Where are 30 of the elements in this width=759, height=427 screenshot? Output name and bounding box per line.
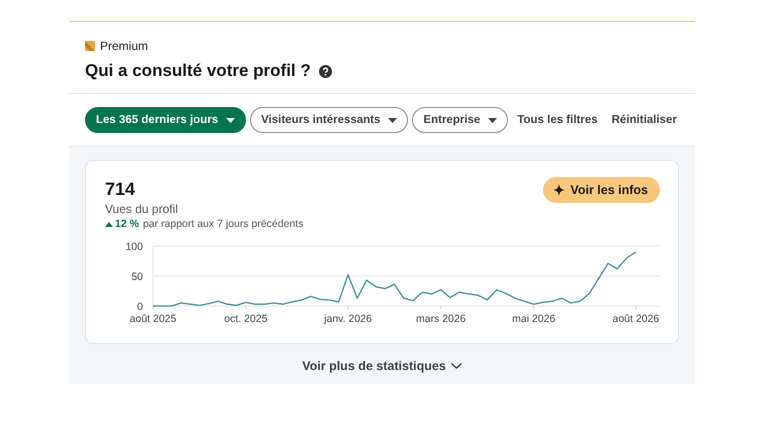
axis-label: oct. 2025 [224, 313, 268, 325]
premium-icon [85, 41, 95, 51]
filter-link[interactable]: Réinitialiser [606, 114, 682, 126]
axis-label: août 2026 [612, 313, 660, 325]
premium-label: Premium [100, 39, 148, 53]
change-percent: 12 % [105, 218, 139, 230]
axis-label: mai 2026 [512, 313, 556, 325]
views-count: 714 [105, 179, 136, 200]
axis-label: janv. 2026 [324, 313, 372, 325]
sparkle-icon [553, 184, 566, 196]
help-icon[interactable] [318, 64, 332, 78]
up-triangle-icon [105, 222, 113, 226]
filter-dropdown[interactable]: Les 365 derniers jours [85, 107, 246, 133]
axis-label: 50 [131, 271, 143, 283]
caret-icon [226, 118, 236, 122]
views-label: Vues du profil [105, 202, 179, 216]
insights-button[interactable]: Voir les infos [543, 177, 660, 203]
change-text: par rapport aux 7 jours précédents [142, 218, 304, 230]
filter-dropdown[interactable]: Visiteurs intéressants [250, 107, 408, 133]
axis-label: août 2025 [130, 313, 176, 325]
axis-label: 0 [137, 301, 143, 313]
filter-dropdown[interactable]: Entreprise [412, 107, 508, 133]
filter-link[interactable]: Tous les filtres [512, 114, 603, 126]
caret-icon [488, 118, 498, 122]
caret-icon [388, 118, 398, 122]
axis-label: mars 2026 [416, 313, 466, 325]
chevron-down-icon [450, 363, 462, 369]
more-stats-link[interactable]: Voir plus de statistiques [296, 358, 468, 374]
page-title: Qui a consulté votre profil ? [85, 61, 311, 81]
axis-label: 100 [125, 241, 143, 253]
